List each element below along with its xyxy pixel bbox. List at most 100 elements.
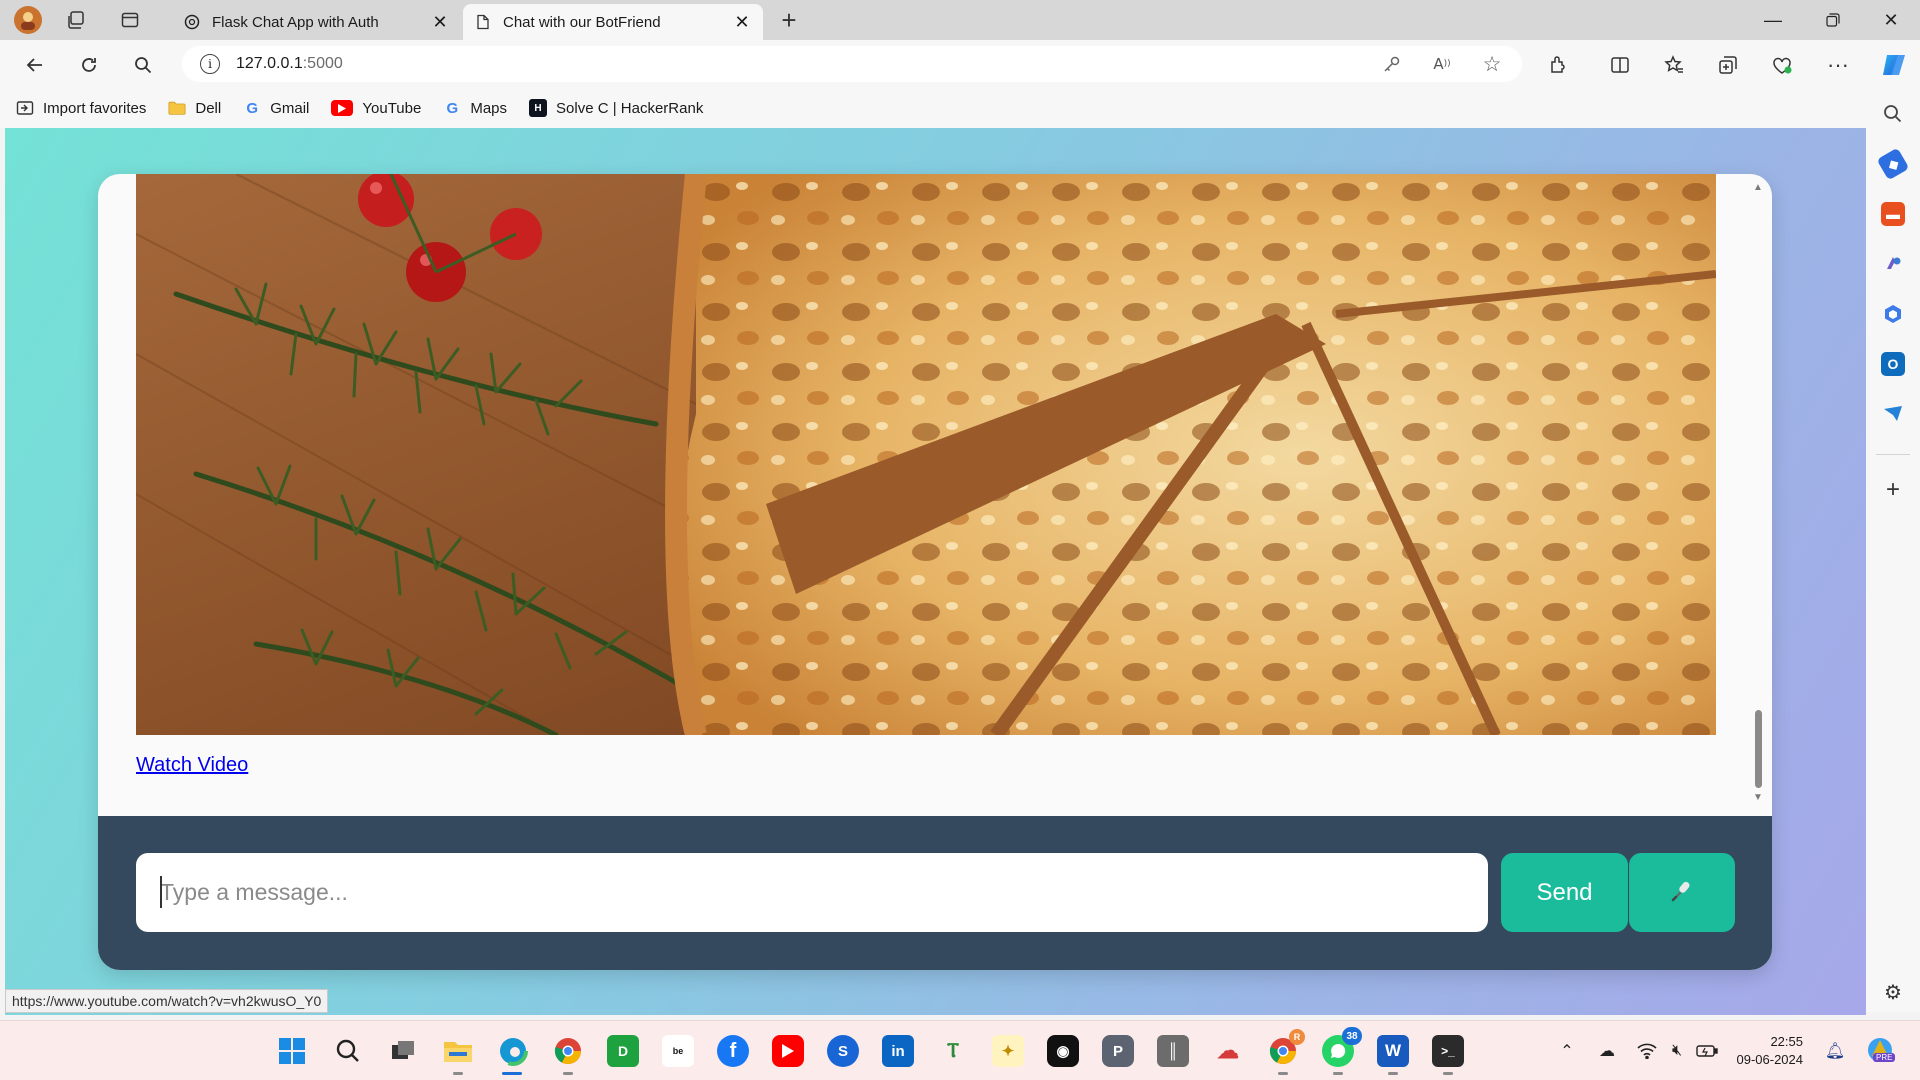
facebook-icon[interactable]: f bbox=[717, 1035, 749, 1067]
app-idea-icon[interactable]: ✦ bbox=[992, 1035, 1024, 1067]
chrome-profile-icon[interactable]: R bbox=[1267, 1029, 1305, 1067]
key-icon[interactable] bbox=[1381, 53, 1403, 75]
app-s-icon[interactable]: S bbox=[827, 1035, 859, 1067]
site-info-icon[interactable]: i bbox=[200, 54, 220, 74]
folder-icon bbox=[168, 99, 186, 117]
terminal-icon[interactable]: >_ bbox=[1432, 1035, 1464, 1067]
refresh-button[interactable] bbox=[74, 50, 104, 80]
chat-messages[interactable]: Watch Video ▲ ▼ bbox=[98, 174, 1772, 816]
favorite-maps[interactable]: G Maps bbox=[443, 99, 508, 117]
copilot-taskbar-icon[interactable]: PRE bbox=[1865, 1035, 1896, 1065]
add-sidebar-app-icon[interactable]: + bbox=[1881, 476, 1905, 503]
pizza-image bbox=[136, 174, 1716, 735]
app-stylus-icon[interactable]: ║ bbox=[1157, 1035, 1189, 1067]
workspaces-icon[interactable] bbox=[64, 8, 88, 32]
favorite-hackerrank[interactable]: H Solve C | HackerRank bbox=[529, 99, 703, 117]
volume-muted-icon[interactable]: 🔇︎ bbox=[1665, 1039, 1689, 1063]
browser-essentials-icon[interactable] bbox=[1767, 50, 1797, 80]
games-icon[interactable] bbox=[1881, 252, 1905, 276]
favorite-label: Maps bbox=[470, 99, 508, 117]
favorites-icon[interactable] bbox=[1659, 50, 1689, 80]
drop-icon[interactable] bbox=[1881, 402, 1905, 426]
close-window-button[interactable]: ✕ bbox=[1868, 6, 1914, 34]
split-screen-icon[interactable] bbox=[1605, 50, 1635, 80]
favorite-label: Import favorites bbox=[43, 99, 147, 117]
tab-botfriend[interactable]: Chat with our BotFriend ✕ bbox=[463, 4, 763, 40]
windows-taskbar: D be f S in Ⲧ ✦ ◉ P ║ ☁ R 38 W >_ ⌃ ☁ 🔇︎… bbox=[0, 1020, 1920, 1080]
whatsapp-icon[interactable]: 38 bbox=[1322, 1027, 1362, 1067]
favorite-gmail[interactable]: G Gmail bbox=[243, 99, 309, 117]
youtube-app-icon[interactable] bbox=[772, 1035, 804, 1067]
file-explorer-icon[interactable] bbox=[442, 1035, 474, 1067]
send-button[interactable]: Send bbox=[1501, 853, 1628, 932]
restore-button[interactable] bbox=[1810, 6, 1856, 34]
watch-video-link[interactable]: Watch Video bbox=[136, 754, 248, 777]
more-menu-icon[interactable]: ··· bbox=[1823, 50, 1853, 80]
clock-date: 09-06-2024 bbox=[1736, 1052, 1804, 1067]
microsoft365-icon[interactable] bbox=[1881, 302, 1905, 326]
copilot-icon[interactable] bbox=[1877, 48, 1911, 82]
running-indicator bbox=[453, 1072, 463, 1075]
scroll-thumb[interactable] bbox=[1755, 710, 1762, 788]
favorite-import[interactable]: Import favorites bbox=[16, 99, 146, 117]
shopping-tag-icon[interactable]: ◆ bbox=[1876, 147, 1910, 181]
read-aloud-icon[interactable]: A)) bbox=[1431, 53, 1453, 75]
close-tab-icon[interactable]: ✕ bbox=[431, 12, 449, 33]
outlook-icon[interactable]: O bbox=[1881, 352, 1905, 376]
collections-icon[interactable] bbox=[1713, 50, 1743, 80]
linkedin-icon[interactable]: in bbox=[882, 1035, 914, 1067]
extensions-icon[interactable] bbox=[1543, 50, 1573, 80]
app-php-icon[interactable]: P bbox=[1102, 1035, 1134, 1067]
beebom-icon[interactable]: be bbox=[662, 1035, 694, 1067]
start-icon[interactable] bbox=[276, 1035, 308, 1067]
message-input[interactable] bbox=[136, 853, 1488, 932]
scroll-up-icon[interactable]: ▲ bbox=[1752, 182, 1764, 194]
favorite-dell[interactable]: Dell bbox=[168, 99, 221, 117]
search-icon[interactable] bbox=[128, 50, 158, 80]
wifi-icon[interactable] bbox=[1635, 1039, 1659, 1063]
close-tab-icon[interactable]: ✕ bbox=[733, 12, 751, 33]
text-caret bbox=[160, 876, 162, 908]
running-indicator bbox=[1388, 1072, 1398, 1075]
chrome-icon[interactable] bbox=[552, 1035, 584, 1067]
battery-icon[interactable] bbox=[1695, 1039, 1719, 1063]
notification-bell-icon[interactable]: 🔔︎ bbox=[1823, 1039, 1847, 1063]
cloud-icon[interactable]: ☁ bbox=[1212, 1035, 1244, 1067]
page-viewport: Watch Video ▲ ▼ Send bbox=[5, 128, 1866, 1015]
back-button[interactable] bbox=[20, 50, 50, 80]
favorite-label: Solve C | HackerRank bbox=[556, 99, 704, 117]
tools-icon[interactable]: ▬ bbox=[1881, 202, 1905, 226]
taskbar-search-icon[interactable] bbox=[332, 1035, 364, 1067]
tab-actions-icon[interactable] bbox=[118, 8, 142, 32]
running-indicator bbox=[1333, 1072, 1343, 1075]
app-tree-icon[interactable]: Ⲧ bbox=[937, 1035, 969, 1067]
tab-title: Flask Chat App with Auth bbox=[212, 13, 379, 31]
scroll-down-icon[interactable]: ▼ bbox=[1752, 792, 1764, 804]
favorite-youtube[interactable]: YouTube bbox=[331, 100, 421, 117]
task-view-icon[interactable] bbox=[387, 1035, 419, 1067]
import-icon bbox=[16, 99, 34, 117]
sidebar-settings-icon[interactable]: ⚙ bbox=[1881, 980, 1905, 1004]
address-bar[interactable]: i 127.0.0.1:5000 bbox=[182, 46, 1522, 82]
word-icon[interactable]: W bbox=[1377, 1035, 1409, 1067]
onedrive-icon[interactable]: ☁ bbox=[1595, 1039, 1619, 1063]
active-indicator bbox=[502, 1072, 522, 1075]
search-icon[interactable] bbox=[1881, 102, 1905, 126]
chat-scrollbar[interactable]: ▲ ▼ bbox=[1752, 182, 1764, 804]
mic-button[interactable] bbox=[1629, 853, 1735, 932]
clock[interactable]: 22:55 09-06-2024 bbox=[1733, 1033, 1804, 1069]
edge-icon[interactable] bbox=[497, 1035, 529, 1067]
favorite-star-icon[interactable]: ☆ bbox=[1481, 53, 1503, 76]
app-d-icon[interactable]: D bbox=[607, 1035, 639, 1067]
profile-avatar[interactable] bbox=[14, 6, 42, 34]
edge-sidebar: ◆ ▬ O + ⚙ bbox=[1866, 88, 1920, 1012]
new-tab-button[interactable]: + bbox=[777, 5, 801, 35]
sidebar-divider bbox=[1876, 454, 1910, 455]
openai-icon bbox=[184, 14, 200, 30]
show-hidden-icons[interactable]: ⌃ bbox=[1555, 1039, 1579, 1063]
tab-flask-chat[interactable]: Flask Chat App with Auth ✕ bbox=[172, 4, 461, 40]
app-camera-icon[interactable]: ◉ bbox=[1047, 1035, 1079, 1067]
minimize-button[interactable]: — bbox=[1750, 6, 1796, 34]
url-host: 127.0.0.1 bbox=[236, 55, 303, 72]
whatsapp-badge: 38 bbox=[1342, 1027, 1362, 1045]
